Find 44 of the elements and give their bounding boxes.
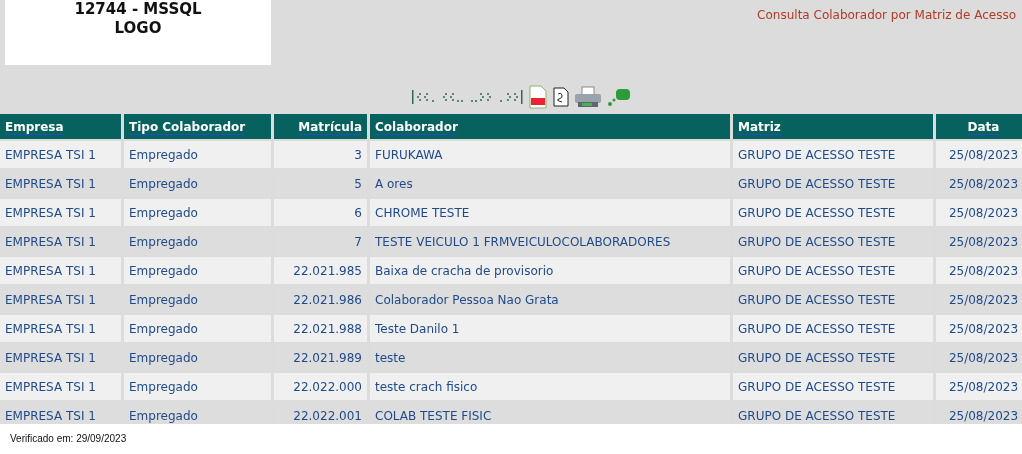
table-cell: EMPRESA TSI 1 bbox=[0, 315, 121, 342]
table-cell: 25/08/2023 bbox=[936, 373, 1022, 400]
column-header[interactable]: Matrícula bbox=[274, 114, 367, 139]
pdf-icon[interactable] bbox=[526, 85, 549, 109]
table-cell: Empregado bbox=[124, 257, 271, 284]
table-cell: 25/08/2023 bbox=[936, 257, 1022, 284]
table-cell: 22.021.985 bbox=[274, 257, 367, 284]
table-cell: Empregado bbox=[124, 373, 271, 400]
column-header[interactable]: Colaborador bbox=[370, 114, 730, 139]
table-cell: EMPRESA TSI 1 bbox=[0, 199, 121, 226]
table-cell: 25/08/2023 bbox=[936, 315, 1022, 342]
column-header[interactable]: Matriz bbox=[733, 114, 933, 139]
verified-date: Verificado em: 29/09/2023 bbox=[10, 433, 127, 444]
table-cell: Empregado bbox=[124, 199, 271, 226]
table-cell: Empregado bbox=[124, 315, 271, 342]
table-cell: teste crach fisico bbox=[370, 373, 730, 400]
table-cell: Empregado bbox=[124, 141, 271, 168]
table-cell: GRUPO DE ACESSO TESTE bbox=[733, 199, 933, 226]
logo-text: 12744 - MSSQL bbox=[74, 0, 202, 19]
table-cell: EMPRESA TSI 1 bbox=[0, 141, 121, 168]
table-cell: GRUPO DE ACESSO TESTE bbox=[733, 257, 933, 284]
table-cell: 22.021.988 bbox=[274, 315, 367, 342]
last-page-icon[interactable] bbox=[497, 88, 524, 106]
table-cell: GRUPO DE ACESSO TESTE bbox=[733, 141, 933, 168]
logo-text: LOGO bbox=[114, 19, 162, 38]
table-cell: GRUPO DE ACESSO TESTE bbox=[733, 315, 933, 342]
table-cell: Teste Danilo 1 bbox=[370, 315, 730, 342]
table-cell: 6 bbox=[274, 199, 367, 226]
table-cell: 22.022.000 bbox=[274, 373, 367, 400]
table-cell: 3 bbox=[274, 141, 367, 168]
page-title: Consulta Colaborador por Matriz de Acesso bbox=[757, 7, 1017, 24]
column-header[interactable]: Tipo Colaborador bbox=[124, 114, 271, 139]
table-cell: FURUKAWA bbox=[370, 141, 730, 168]
first-page-icon[interactable] bbox=[410, 88, 437, 106]
printer-icon[interactable] bbox=[572, 86, 603, 108]
column-header[interactable]: Data bbox=[936, 114, 1022, 139]
table-cell: EMPRESA TSI 1 bbox=[0, 257, 121, 284]
table-cell: 25/08/2023 bbox=[936, 141, 1022, 168]
table-cell: 25/08/2023 bbox=[936, 199, 1022, 226]
column-header[interactable]: Empresa bbox=[0, 114, 121, 139]
table-cell: GRUPO DE ACESSO TESTE bbox=[733, 373, 933, 400]
table-cell: CHROME TESTE bbox=[370, 199, 730, 226]
table-cell: Baixa de cracha de provisorio bbox=[370, 257, 730, 284]
table-cell: EMPRESA TSI 1 bbox=[0, 373, 121, 400]
